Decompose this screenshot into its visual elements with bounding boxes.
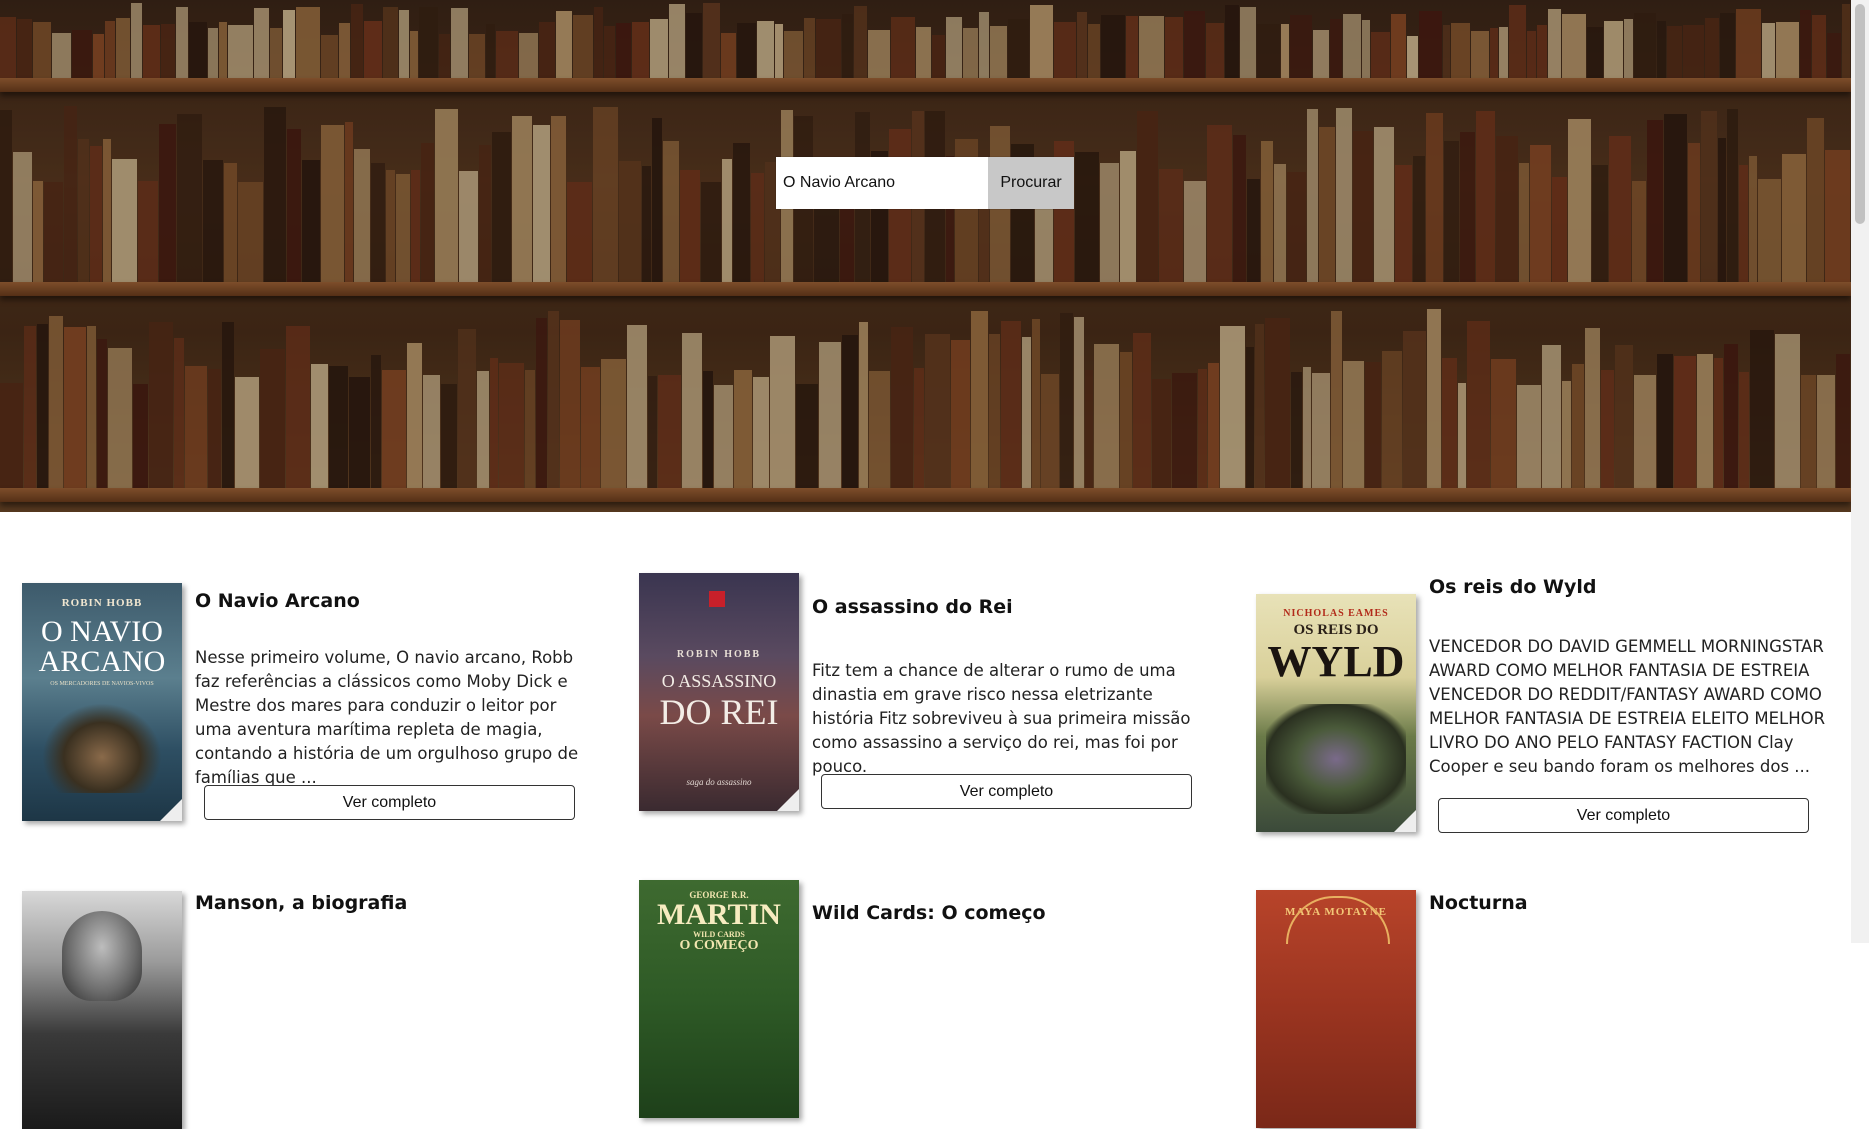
ship-illustration <box>42 703 162 793</box>
warriors-illustration <box>1266 704 1406 814</box>
book-description: VENCEDOR DO DAVID GEMMELL MORNINGSTAR AW… <box>1429 637 1826 776</box>
cover-subtitle: OS MERCADORES DE NAVIOS-VIVOS <box>50 681 154 687</box>
cover-title-line1: O ASSASSINO <box>661 671 777 691</box>
search-form: Procurar <box>776 157 1074 209</box>
search-button[interactable]: Procurar <box>988 157 1074 209</box>
cover-title-line1: O NAVIO <box>41 615 163 648</box>
book-cover[interactable]: GEORGE R.R. MARTIN WILD CARDS O COMEÇO <box>639 880 799 1118</box>
cover-author: ROBIN HOBB <box>676 649 762 660</box>
page-curl <box>160 799 182 821</box>
book-card: ROBIN HOBB O NAVIO ARCANO OS MERCADORES … <box>22 580 622 830</box>
cover-title-line2: WYLD <box>1267 637 1405 686</box>
banner-overlay <box>0 0 1851 512</box>
book-cover[interactable] <box>22 891 182 1129</box>
cover-subtitle: O COMEÇO <box>679 938 759 953</box>
book-title[interactable]: Nocturna <box>1429 892 1528 914</box>
book-card: MAYA MOTAYNE Nocturna <box>1256 888 1856 1128</box>
book-description: Nesse primeiro volume, O navio arcano, R… <box>195 648 579 787</box>
book-card: NICHOLAS EAMES OS REIS DO WYLD Os reis d… <box>1256 576 1856 836</box>
hero-bookshelf-banner: Procurar <box>0 0 1851 512</box>
page-curl <box>777 789 799 811</box>
ornament-illustration <box>1286 896 1390 944</box>
cover-title-line1: MARTIN <box>657 898 781 931</box>
book-title[interactable]: Wild Cards: O começo <box>812 902 1046 924</box>
book-title[interactable]: O Navio Arcano <box>195 590 360 612</box>
book-cover[interactable]: NICHOLAS EAMES OS REIS DO WYLD <box>1256 594 1416 832</box>
page-scrollbar[interactable] <box>1851 0 1869 943</box>
page-curl <box>1394 810 1416 832</box>
view-full-button[interactable]: Ver completo <box>1438 798 1809 833</box>
book-title[interactable]: Os reis do Wyld <box>1429 576 1597 598</box>
portrait-illustration <box>62 911 142 1001</box>
view-full-button[interactable]: Ver completo <box>204 785 575 820</box>
cover-title-line2: DO REI <box>659 692 779 732</box>
book-description: Fitz tem a chance de alterar o rumo de u… <box>812 661 1191 776</box>
book-title[interactable]: Manson, a biografia <box>195 892 407 914</box>
book-cover[interactable]: ROBIN HOBB O NAVIO ARCANO OS MERCADORES … <box>22 583 182 821</box>
cover-title-line2: ARCANO <box>38 645 166 678</box>
book-card: ROBIN HOBB O ASSASSINO DO REI saga do as… <box>639 572 1239 822</box>
view-full-button[interactable]: Ver completo <box>821 774 1192 809</box>
search-input[interactable] <box>776 157 988 209</box>
publisher-logo-icon <box>709 591 725 607</box>
cover-author: ROBIN HOBB <box>61 597 143 609</box>
book-cover[interactable]: ROBIN HOBB O ASSASSINO DO REI saga do as… <box>639 573 799 811</box>
cover-subtitle: saga do assassino <box>686 777 752 787</box>
book-cover[interactable]: MAYA MOTAYNE <box>1256 890 1416 1128</box>
book-card: GEORGE R.R. MARTIN WILD CARDS O COMEÇO W… <box>639 880 1239 1118</box>
cover-author: NICHOLAS EAMES <box>1283 608 1389 619</box>
book-card: Manson, a biografia <box>22 888 622 1129</box>
scrollbar-thumb[interactable] <box>1855 4 1865 224</box>
book-title[interactable]: O assassino do Rei <box>812 596 1013 618</box>
